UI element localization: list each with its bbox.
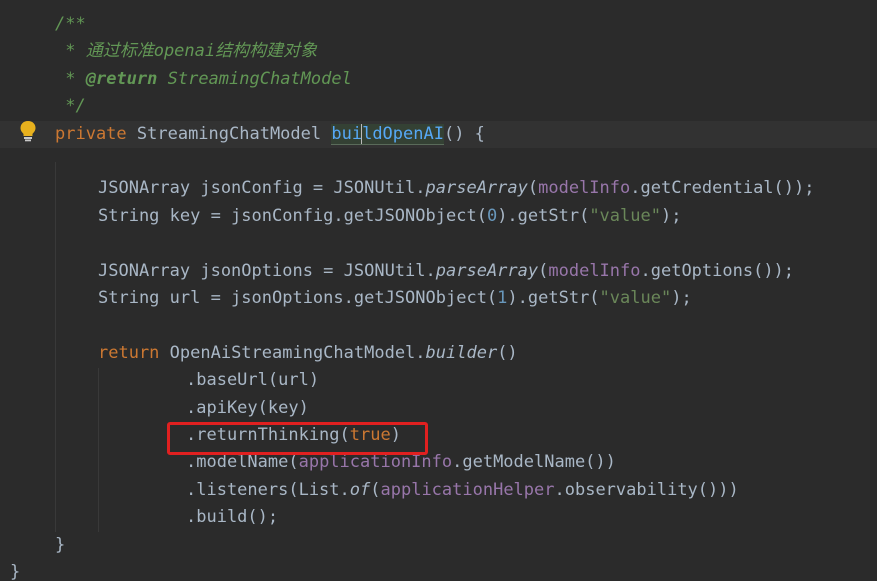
code-line[interactable] [0, 312, 877, 339]
code-token: .apiKey(key) [186, 397, 309, 418]
code-token: .build(); [186, 507, 279, 528]
code-line[interactable]: JSONArray jsonConfig = JSONUtil.parseArr… [0, 175, 877, 202]
code-text: String url = jsonOptions.getJSONObject(1… [98, 285, 692, 312]
code-token: bui [331, 123, 363, 145]
code-token: String url = jsonOptions.getJSONObject( [98, 288, 498, 308]
code-line[interactable]: .build(); [0, 504, 877, 531]
code-token: .getModelName()) [452, 452, 616, 473]
code-token: return [98, 342, 170, 363]
code-token: OpenAiStreamingChatModel. [169, 342, 426, 363]
code-line[interactable]: .modelName(applicationInfo.getModelName(… [0, 449, 877, 476]
code-token: } [55, 534, 66, 555]
code-line[interactable]: */ [0, 93, 877, 120]
code-text: * @return StreamingChatModel [55, 66, 352, 93]
code-token: .observability())) [554, 479, 739, 500]
code-token: ); [671, 288, 692, 308]
code-line[interactable]: JSONArray jsonOptions = JSONUtil.parseAr… [0, 258, 877, 285]
code-token: ).getStr( [497, 205, 590, 226]
code-text: } [10, 559, 20, 581]
code-token: StreamingChatModel [136, 123, 332, 144]
code-token: ( [370, 479, 381, 500]
code-token: .modelName( [186, 452, 299, 473]
code-token: JSONArray jsonConfig = JSONUtil. [98, 178, 426, 199]
code-line[interactable]: .listeners(List.of(applicationHelper.obs… [0, 477, 877, 504]
code-token: } [10, 562, 21, 581]
code-text: JSONArray jsonConfig = JSONUtil.parseArr… [98, 175, 814, 202]
code-line[interactable]: * 通过标准openai结构构建对象 [0, 38, 877, 65]
code-text: .baseUrl(url) [186, 367, 319, 394]
code-token: .getOptions()); [640, 260, 795, 281]
code-token: String key = jsonConfig.getJSONObject( [98, 205, 487, 226]
code-token: 1 [497, 288, 508, 308]
code-token: "value" [599, 288, 672, 308]
code-token: StreamingChatModel [157, 68, 352, 89]
code-text: JSONArray jsonOptions = JSONUtil.parseAr… [98, 258, 794, 285]
code-text: return OpenAiStreamingChatModel.builder(… [98, 340, 518, 367]
code-token: modelInfo [538, 178, 631, 199]
code-text: } [55, 532, 65, 559]
code-token: JSONArray jsonOptions = JSONUtil. [98, 260, 436, 281]
code-text: .apiKey(key) [186, 395, 309, 422]
code-token: @return [85, 68, 158, 89]
code-token: 0 [486, 205, 498, 226]
code-text: .listeners(List.of(applicationHelper.obs… [186, 477, 739, 504]
code-line[interactable]: String url = jsonOptions.getJSONObject(1… [0, 285, 877, 312]
code-token: () [497, 342, 518, 363]
code-token: ldOpenAI [362, 123, 444, 145]
code-token: */ [55, 96, 86, 117]
code-token: .getCredential()); [630, 178, 815, 199]
code-text: String key = jsonConfig.getJSONObject(0)… [98, 203, 681, 230]
code-token: .baseUrl(url) [186, 370, 320, 391]
code-line[interactable]: } [0, 559, 877, 581]
code-token: parseArray [425, 178, 528, 199]
code-line[interactable]: return OpenAiStreamingChatModel.builder(… [0, 340, 877, 367]
code-token: * 通过标准openai结构构建对象 [55, 41, 318, 62]
code-line[interactable] [0, 230, 877, 257]
code-token: modelInfo [548, 260, 641, 281]
code-text: */ [55, 93, 86, 120]
code-token: "value" [589, 205, 661, 226]
code-token: .listeners(List. [186, 479, 350, 500]
code-token: parseArray [435, 260, 539, 281]
red-highlight-box [167, 422, 428, 455]
code-token: applicationHelper [380, 479, 555, 500]
code-line[interactable]: .returnThinking(true) [0, 422, 877, 449]
code-line[interactable]: String key = jsonConfig.getJSONObject(0)… [0, 203, 877, 230]
code-line[interactable]: private StreamingChatModel buildOpenAI()… [0, 120, 877, 148]
code-token: ( [538, 260, 549, 281]
code-token: applicationInfo [298, 452, 453, 473]
code-token: ( [527, 178, 539, 199]
code-token: of [349, 479, 371, 500]
code-editor[interactable]: /** * 通过标准openai结构构建对象 * @return Streami… [0, 0, 877, 581]
code-line[interactable]: * @return StreamingChatModel [0, 66, 877, 93]
code-token: ).getStr( [507, 288, 600, 308]
code-token: ); [660, 205, 682, 226]
code-token: private [55, 123, 137, 144]
code-token: /** [55, 14, 86, 34]
code-text: .build(); [186, 504, 278, 531]
code-token: builder [425, 342, 498, 363]
code-line[interactable]: .apiKey(key) [0, 395, 877, 422]
code-line[interactable]: /** [0, 11, 877, 38]
code-text: private StreamingChatModel buildOpenAI()… [55, 121, 485, 148]
code-text: * 通过标准openai结构构建对象 [55, 38, 317, 65]
lightbulb-icon[interactable] [18, 120, 38, 142]
code-line[interactable]: } [0, 532, 877, 559]
code-text: /** [55, 11, 86, 38]
code-token: * [55, 68, 86, 89]
code-token: () { [443, 123, 485, 144]
code-line[interactable]: .baseUrl(url) [0, 367, 877, 394]
code-line[interactable] [0, 148, 877, 175]
